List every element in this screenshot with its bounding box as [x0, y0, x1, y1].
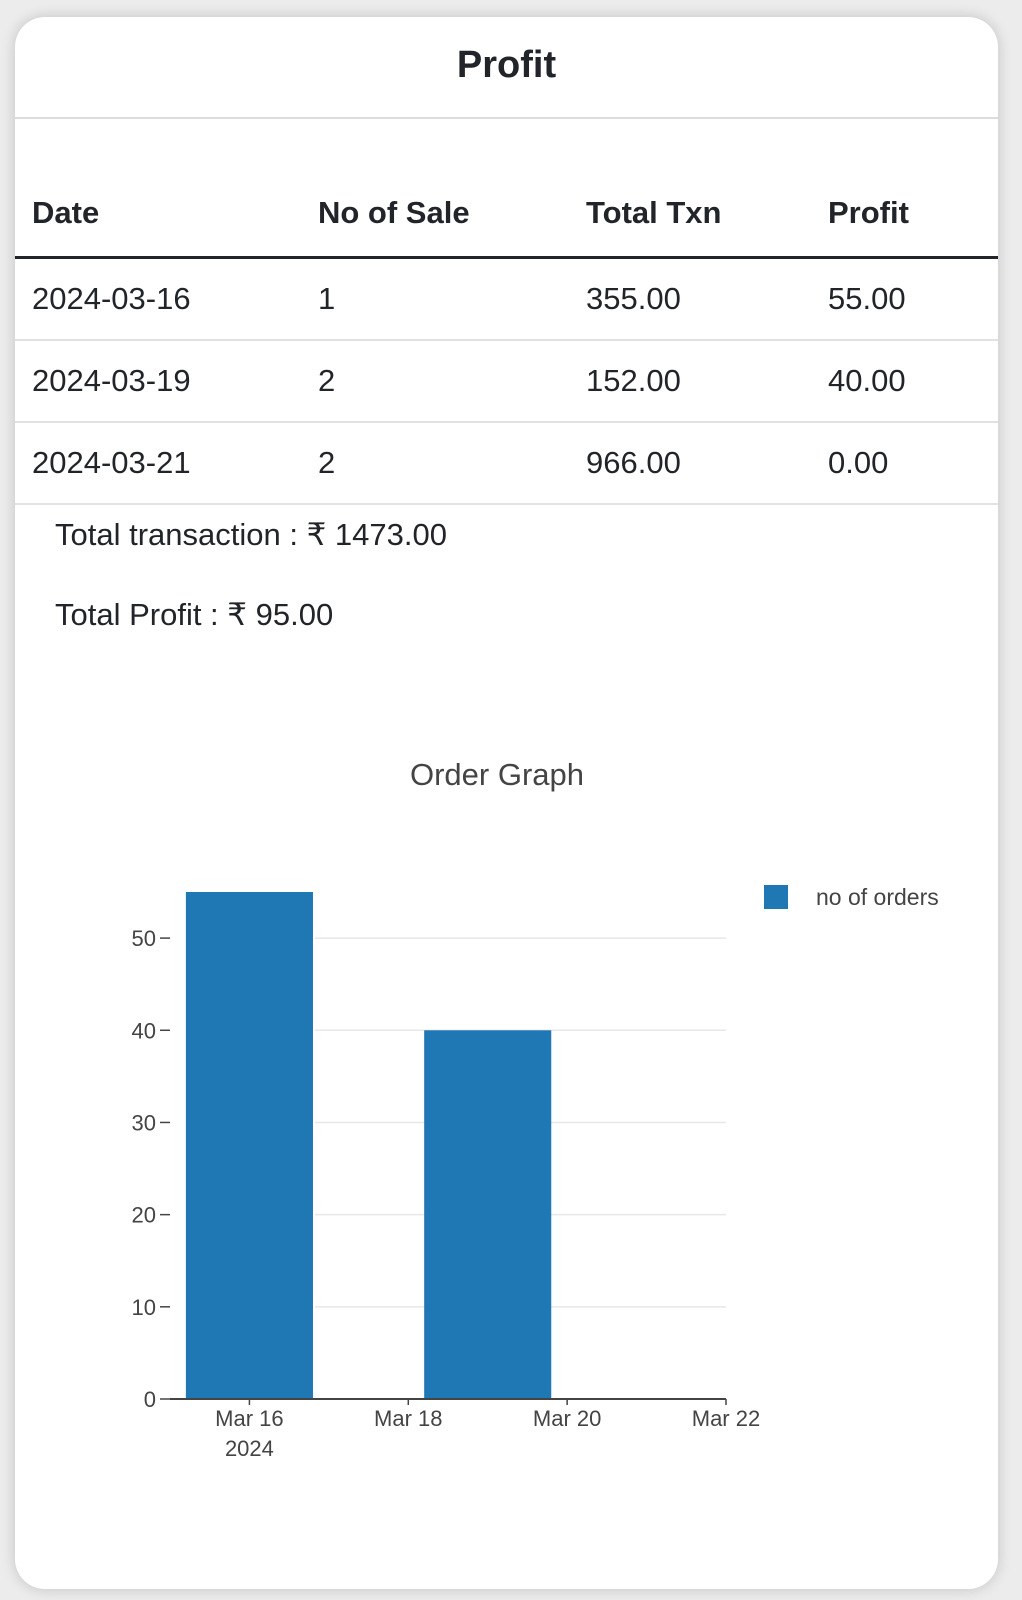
cell-profit: 0.00 — [828, 445, 889, 480]
chart-title: Order Graph — [410, 757, 584, 792]
profit-table: Date No of Sale Total Txn Profit 2024-03… — [15, 135, 998, 505]
x-tick-label: Mar 22 — [692, 1406, 760, 1431]
x-tick-label: Mar 20 — [533, 1406, 601, 1431]
header-profit: Profit — [828, 195, 909, 230]
table-header-row: Date No of Sale Total Txn Profit — [15, 135, 998, 259]
title-divider — [15, 117, 998, 119]
cell-no-of-sale: 2 — [318, 445, 336, 480]
header-date: Date — [32, 195, 100, 230]
y-tick-label: 50 — [132, 926, 156, 951]
header-total-txn: Total Txn — [586, 195, 722, 230]
table-row: 2024-03-21 2 966.00 0.00 — [15, 423, 998, 505]
cell-profit: 55.00 — [828, 281, 906, 316]
cell-date: 2024-03-21 — [32, 445, 191, 480]
cell-no-of-sale: 1 — [318, 281, 336, 316]
x-tick-label: Mar 16 — [215, 1406, 283, 1431]
order-graph: Order Graph 0 10 20 30 40 50 Mar 16 2024 Mar 18 Ma… — [15, 717, 998, 1517]
x-tick-sublabel: 2024 — [225, 1436, 274, 1461]
legend-label: no of orders — [816, 884, 939, 910]
table-row: 2024-03-16 1 355.00 55.00 — [15, 259, 998, 341]
y-tick-label: 10 — [132, 1295, 156, 1320]
y-tick-label: 20 — [132, 1203, 156, 1228]
cell-total-txn: 152.00 — [586, 363, 681, 398]
profit-card: Profit Date No of Sale Total Txn Profit … — [15, 17, 998, 1589]
bar — [424, 1030, 552, 1399]
order-graph-svg: Order Graph 0 10 20 30 40 50 Mar 16 2024 Mar 18 Ma… — [132, 757, 939, 1461]
cell-date: 2024-03-16 — [32, 281, 191, 316]
x-tick-label: Mar 18 — [374, 1406, 442, 1431]
legend-swatch — [764, 885, 788, 909]
cell-total-txn: 355.00 — [586, 281, 681, 316]
y-tick-label: 0 — [144, 1387, 156, 1412]
header-no-of-sale: No of Sale — [318, 195, 470, 230]
y-tick-label: 30 — [132, 1110, 156, 1135]
bar — [185, 892, 313, 1399]
card-title: Profit — [456, 43, 557, 86]
cell-no-of-sale: 2 — [318, 363, 336, 398]
table-row: 2024-03-19 2 152.00 40.00 — [15, 341, 998, 423]
cell-total-txn: 966.00 — [586, 445, 681, 480]
cell-date: 2024-03-19 — [32, 363, 191, 398]
total-profit: Total Profit : ₹ 95.00 — [55, 597, 334, 632]
cell-profit: 40.00 — [828, 363, 906, 398]
y-tick-label: 40 — [132, 1018, 156, 1043]
total-transaction: Total transaction : ₹ 1473.00 — [55, 517, 447, 552]
